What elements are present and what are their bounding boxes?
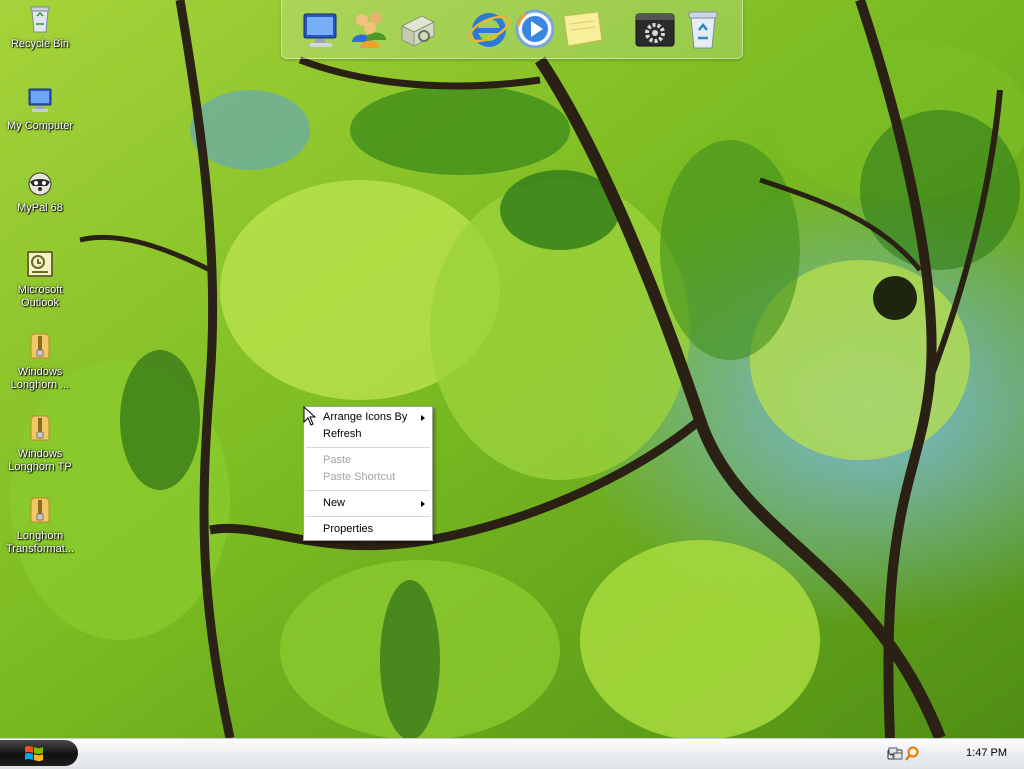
- outlook-icon: [24, 248, 56, 280]
- menu-item-label: Paste Shortcut: [323, 471, 396, 483]
- menu-item-label: New: [323, 497, 346, 509]
- computer-icon: [303, 13, 337, 47]
- start-button[interactable]: [0, 740, 78, 766]
- sticky-note-icon: [563, 11, 603, 47]
- mypal-icon: [24, 166, 56, 198]
- users-icon: [352, 12, 386, 48]
- dock-item-recycle-bin[interactable]: [680, 6, 726, 52]
- menu-item-label: Properties: [323, 523, 374, 535]
- network-icon: [400, 15, 436, 47]
- system-tray: 1:47 PM: [882, 739, 1024, 769]
- network-icon[interactable]: [888, 746, 904, 762]
- taskbar: 1:47 PM: [0, 738, 1024, 769]
- mouse-cursor-icon: [303, 406, 317, 426]
- desktop-icon-label: MyPal 68: [17, 202, 63, 214]
- desktop-icon-windows-longhorn-tp[interactable]: Windows Longhorn TP: [2, 412, 78, 474]
- desktop-icon-microsoft-outlook[interactable]: Microsoft Outlook: [2, 248, 78, 310]
- submenu-arrow-icon: [421, 501, 425, 507]
- menu-item-paste: Paste: [304, 452, 432, 469]
- desktop-icon-mypal[interactable]: MyPal 68: [2, 166, 78, 215]
- menu-separator: [306, 516, 430, 517]
- submenu-arrow-icon: [421, 415, 425, 421]
- dock-item-network[interactable]: [394, 6, 440, 52]
- desktop-icon-label: Longhorn Transformat...: [5, 530, 75, 555]
- menu-item-new[interactable]: New: [304, 495, 432, 512]
- settings-icon: [635, 13, 675, 47]
- menu-item-label: Arrange Icons By: [323, 411, 408, 423]
- menu-item-arrange-icons-by[interactable]: Arrange Icons By: [304, 409, 432, 426]
- zip-folder-icon: [24, 494, 56, 526]
- dock-item-computer[interactable]: [298, 6, 344, 52]
- desktop-wallpaper: [0, 0, 1024, 738]
- dock-item-internet-explorer[interactable]: [466, 6, 512, 52]
- desktop-icon-label: My Computer: [6, 120, 74, 132]
- internet-explorer-icon: [468, 13, 510, 47]
- menu-item-label: Paste: [323, 454, 352, 466]
- dock-bar: [281, 0, 743, 59]
- menu-item-properties[interactable]: Properties: [304, 521, 432, 538]
- search-icon[interactable]: [904, 746, 920, 762]
- desktop-icon-longhorn-transformation[interactable]: Longhorn Transformat...: [2, 494, 78, 556]
- windows-logo-icon: [25, 745, 43, 762]
- desktop-icon-my-computer[interactable]: My Computer: [2, 84, 78, 133]
- desktop-icon-label: Windows Longhorn TP: [8, 448, 72, 473]
- zip-folder-icon: [24, 330, 56, 362]
- my-computer-icon: [24, 84, 56, 116]
- dock-item-media-player[interactable]: [512, 6, 558, 52]
- dock-item-settings[interactable]: [632, 6, 678, 52]
- recycle-bin-icon: [24, 2, 56, 34]
- zip-folder-icon: [24, 412, 56, 444]
- clock[interactable]: 1:47 PM: [966, 747, 1007, 759]
- desktop-icon-label: Windows Longhorn ...: [10, 366, 70, 391]
- dock-item-users[interactable]: [346, 6, 392, 52]
- recycle-bin-icon: [688, 11, 718, 49]
- desktop-icon-windows-longhorn-1[interactable]: Windows Longhorn ...: [2, 330, 78, 392]
- media-player-icon: [515, 9, 555, 49]
- menu-item-paste-shortcut: Paste Shortcut: [304, 469, 432, 486]
- desktop-context-menu: Arrange Icons By Refresh Paste Paste Sho…: [303, 406, 433, 541]
- menu-separator: [306, 447, 430, 448]
- desktop-icon-label: Recycle Bin: [10, 38, 70, 50]
- desktop-icon-label: Microsoft Outlook: [17, 284, 63, 309]
- desktop-icon-recycle-bin[interactable]: Recycle Bin: [2, 2, 78, 51]
- menu-item-refresh[interactable]: Refresh: [304, 426, 432, 443]
- menu-separator: [306, 490, 430, 491]
- dock-item-sticky-note[interactable]: [560, 6, 606, 52]
- menu-item-label: Refresh: [323, 428, 362, 440]
